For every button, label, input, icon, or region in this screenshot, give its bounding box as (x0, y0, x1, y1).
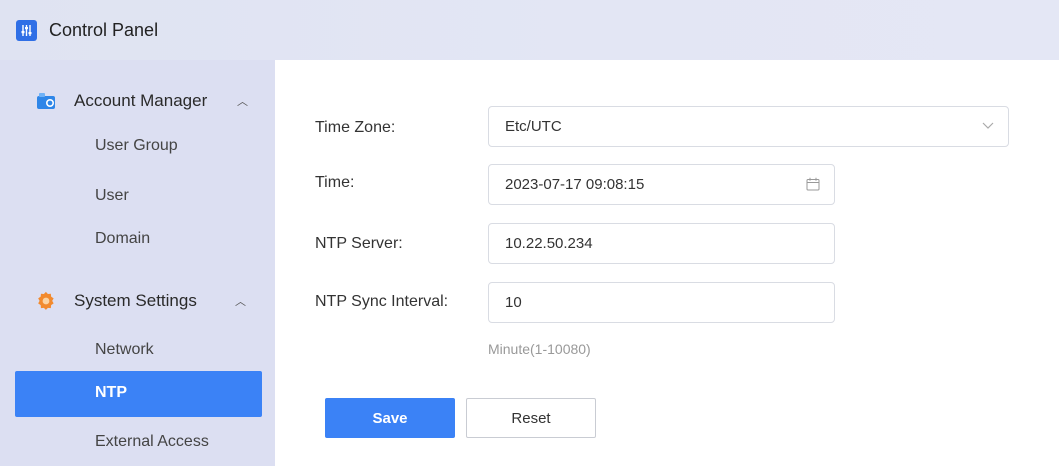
time-zone-select[interactable]: Etc/UTC (488, 106, 1009, 147)
sidebar-group-label: Account Manager (74, 91, 208, 110)
chevron-up-icon: ︿ (235, 296, 246, 308)
sidebar-item-user-group[interactable]: User Group (95, 137, 178, 155)
time-zone-label: Time Zone: (315, 119, 396, 136)
ntp-sync-interval-input[interactable]: 10 (488, 282, 835, 323)
time-value: 2023-07-17 09:08:15 (505, 176, 645, 193)
sidebar-item-ntp[interactable]: NTP (15, 371, 262, 417)
sidebar-item-domain[interactable]: Domain (95, 230, 150, 248)
sidebar-item-label: NTP (95, 384, 127, 401)
sidebar-group-system-settings[interactable]: System Settings ︿ (0, 285, 275, 317)
ntp-sync-interval-hint: Minute(1-10080) (488, 341, 591, 357)
ntp-server-label: NTP Server: (315, 235, 403, 252)
title-bar: Control Panel (0, 0, 1059, 60)
sidebar: Account Manager ︿ User Group User Domain… (0, 60, 275, 466)
chevron-up-icon: ︿ (237, 96, 248, 108)
time-zone-value: Etc/UTC (505, 118, 562, 135)
chevron-down-icon (982, 122, 994, 129)
calendar-icon[interactable] (806, 177, 820, 191)
app-title: Control Panel (49, 19, 159, 40)
sidebar-group-account-manager[interactable]: Account Manager ︿ (0, 85, 275, 117)
sidebar-item-user[interactable]: User (95, 187, 129, 205)
save-button[interactable]: Save (325, 398, 455, 438)
ntp-sync-interval-value: 10 (505, 294, 522, 311)
sidebar-group-label: System Settings (74, 291, 197, 310)
gear-icon (38, 291, 54, 310)
time-label: Time: (315, 174, 355, 191)
reset-button[interactable]: Reset (466, 398, 596, 438)
sliders-icon (16, 19, 37, 41)
sidebar-item-external-access[interactable]: External Access (95, 433, 209, 451)
ntp-server-input[interactable]: 10.22.50.234 (488, 223, 835, 264)
ntp-sync-interval-label: NTP Sync Interval: (315, 293, 449, 310)
sidebar-item-network[interactable]: Network (95, 341, 154, 359)
time-input[interactable]: 2023-07-17 09:08:15 (488, 164, 835, 205)
ntp-server-value: 10.22.50.234 (505, 235, 593, 252)
account-manager-icon (37, 93, 55, 109)
